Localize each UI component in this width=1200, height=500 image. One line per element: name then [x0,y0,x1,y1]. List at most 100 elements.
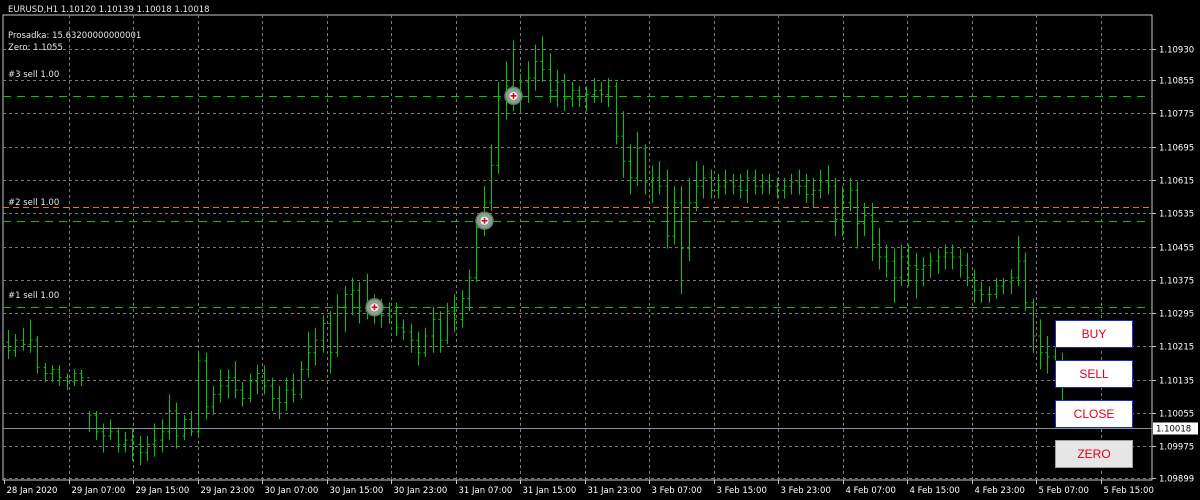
ohlc-bar [1038,319,1043,370]
ohlc-bar [116,427,121,453]
chart-grid [2,14,1153,481]
ohlc-bar [899,244,904,287]
symbol-header: EURUSD,H1 1.10120 1.10139 1.10018 1.1001… [8,5,210,15]
entry-marker [365,298,384,317]
ohlc-bar [716,173,721,199]
ohlc-bar [431,306,436,353]
time-tick-label: 5 Feb 15:00 [1104,486,1154,496]
ohlc-bar [299,361,304,399]
ohlc-bar [35,336,40,374]
order-label-sell-1: #1 sell 1.00 [8,291,60,301]
ohlc-bar [401,319,406,341]
time-tick-label: 31 Jan 07:00 [459,486,513,496]
drawdown-label: Prosadka: 15.63200000000001 [8,31,142,41]
ohlc-bar [672,186,677,245]
ohlc-bar [343,286,348,332]
ohlc-bar [357,281,362,324]
bid-price-label: 1.10018 [1156,425,1191,435]
ohlc-bar [687,177,692,262]
ohlc-bar [423,327,428,357]
ohlc-bar [123,431,128,453]
ohlc-bar [1016,236,1021,287]
ohlc-bar [987,286,992,303]
price-axis: 1.10930 1.10855 1.10775 1.10695 1.10615 1.105… [1152,46,1198,485]
ohlc-bar [28,319,33,353]
ohlc-bar [731,173,736,195]
ohlc-bar [950,244,955,270]
ohlc-bar [108,419,113,441]
ohlc-bar [665,169,670,249]
ohlc-bar [160,419,165,453]
time-tick-label: 29 Jan 07:00 [72,486,126,496]
ohlc-bar [855,182,860,249]
sell-button[interactable]: SELL [1055,360,1133,388]
time-tick-label: 3 Feb 07:00 [652,486,702,496]
ohlc-bar [65,373,70,391]
ohlc-bar [50,365,55,382]
ohlc-bar [328,311,333,374]
ohlc-bar [928,252,933,278]
ohlc-bar [43,363,48,382]
ohlc-bar [13,333,18,357]
ohlc-bar [321,315,326,353]
entry-marker [475,211,494,230]
ohlc-bar [870,202,875,262]
ohlc-bar [555,69,560,108]
ohlc-bar [233,361,238,399]
ohlc-bar [943,244,948,270]
time-tick-label: 4 Feb 15:00 [910,486,960,496]
ohlc-bar [884,244,889,278]
order-levels [3,96,1152,429]
ohlc-bar [767,173,772,195]
price-tick-label: 1.10215 [1159,343,1194,353]
ohlc-bar [657,161,662,195]
ohlc-bar [877,227,882,270]
ohlc-bar [1031,298,1036,353]
ohlc-bar [94,410,99,441]
zero-button[interactable]: ZERO [1055,440,1133,468]
ohlc-bar [496,82,501,174]
ohlc-bar [262,365,267,395]
ohlc-bar [818,169,823,199]
ohlc-bar [291,373,296,403]
ohlc-bar [255,365,260,395]
time-tick-label: 29 Jan 23:00 [201,486,255,496]
ohlc-bar [621,111,626,178]
ohlc-bar [1001,277,1006,295]
ohlc-bar [306,331,311,378]
price-tick-label: 1.10775 [1159,110,1194,120]
ohlc-bar [284,377,289,411]
price-chart[interactable]: 1.10930 1.10855 1.10775 1.10695 1.10615 1.105… [0,0,1200,500]
ohlc-bar [540,36,545,83]
ohlc-bar [416,331,421,366]
order-label-sell-2: #2 sell 1.00 [8,198,60,208]
zero-label: Zero: 1.1055 [8,43,63,53]
price-tick-label: 1.10055 [1159,410,1194,420]
ohlc-bar [797,169,802,195]
buy-button[interactable]: BUY [1055,320,1133,348]
time-tick-label: 4 Feb 23:00 [975,486,1025,496]
time-tick-label: 3 Feb 15:00 [717,486,767,496]
ohlc-bar [145,435,150,461]
ohlc-bar [848,177,853,212]
ohlc-bar [562,73,567,112]
ohlc-bar [709,169,714,199]
chart-frame [2,14,1153,481]
ohlc-bar [350,277,355,316]
ohlc-bars [6,36,1065,466]
close-button[interactable]: CLOSE [1055,400,1133,428]
ohlc-bar [218,369,223,403]
ohlc-bar [738,173,743,199]
ohlc-bar [570,82,575,108]
ohlc-bar [21,327,26,351]
ohlc-bar [914,252,919,299]
ohlc-bar [167,394,172,441]
ohlc-bar [226,369,231,399]
ohlc-bar [650,165,655,203]
time-tick-label: 30 Jan 23:00 [394,486,448,496]
ohlc-bar [101,423,106,453]
ohlc-bar [979,281,984,303]
ohlc-bar [189,410,194,436]
ohlc-bar [745,169,750,203]
ohlc-bar [72,369,77,387]
